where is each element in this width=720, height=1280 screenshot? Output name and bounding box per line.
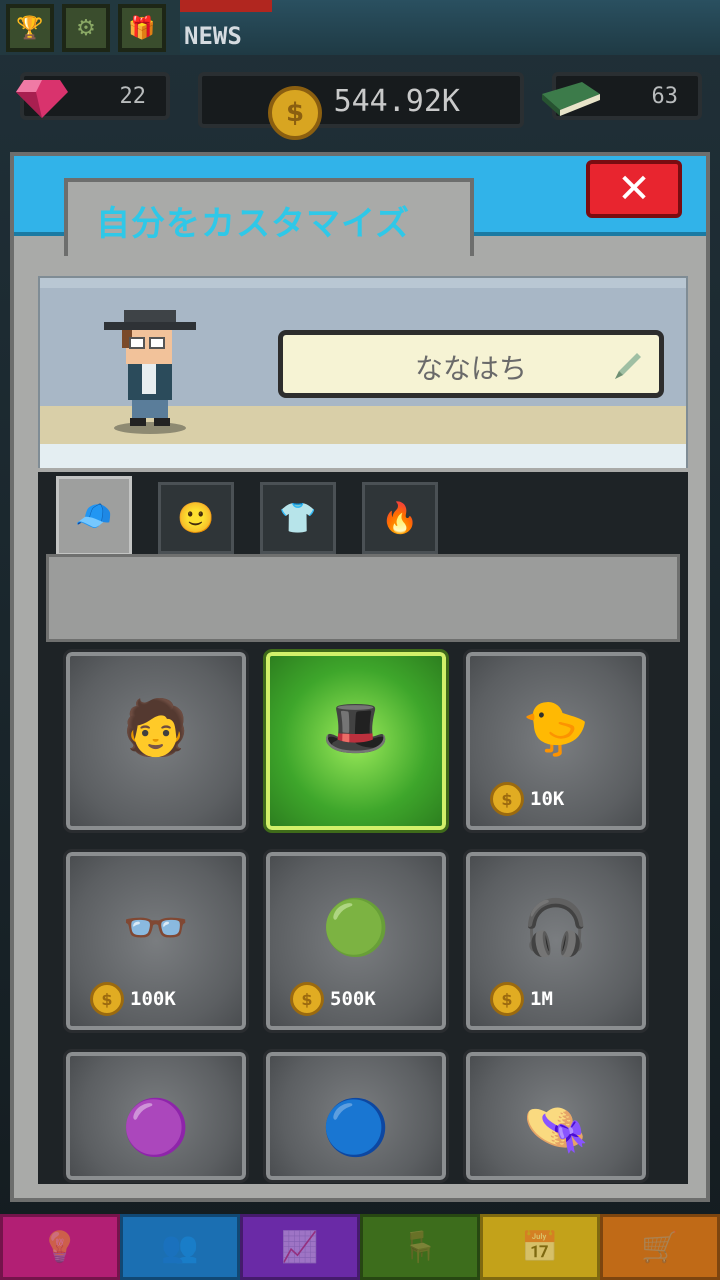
nav-events[interactable]: 📅 [480, 1214, 600, 1280]
title-tab: 自分をカスタマイズ [64, 178, 474, 256]
straw-hat-icon: 👒 [522, 1096, 590, 1159]
news-label: NEWS [184, 22, 242, 50]
game-screen: 🏆 ⚙ 🎁 NEWS 22 544.92K $ 63 自分をカスタマイズ ✕ な… [0, 0, 720, 1280]
fire-icon: 🔥 [381, 500, 419, 536]
tab-face[interactable]: 🙂 [158, 482, 234, 554]
gem-icon [16, 80, 68, 118]
top-bar: 🏆 ⚙ 🎁 NEWS [0, 0, 720, 55]
hair-icon: 🧑 [122, 696, 190, 759]
item-hair[interactable]: 🧑 [63, 649, 249, 833]
beret-icon: 🟢 [322, 896, 390, 959]
close-icon: ✕ [617, 166, 651, 212]
preview-strip [40, 444, 686, 468]
earbud-icon: 🎧 [522, 896, 590, 959]
trophy-icon[interactable]: 🏆 [6, 4, 54, 52]
price-value: 500K [330, 988, 376, 1010]
item-straw-hat[interactable]: 👒 [463, 1049, 649, 1183]
player-name-field[interactable]: ななはち [278, 330, 664, 398]
shirt-icon: 👕 [279, 500, 317, 536]
purple-cap-icon: 🟣 [122, 1096, 190, 1159]
blue-cap-icon: 🔵 [322, 1096, 390, 1159]
news-banner[interactable]: NEWS [180, 0, 720, 55]
avatar-preview: ななはち [38, 276, 688, 468]
price-tag: $ 1M [490, 982, 553, 1016]
bottom-nav: 💡 👥 📈 🪑 📅 🛒 [0, 1214, 720, 1280]
item-earbud[interactable]: 🎧 $ 1M [463, 849, 649, 1033]
fedora-icon: 🎩 [322, 696, 390, 759]
lightbulb-icon: 💡 [41, 1229, 79, 1265]
coin-icon: $ [490, 982, 524, 1016]
nav-stats[interactable]: 📈 [240, 1214, 360, 1280]
gift-icon[interactable]: 🎁 [118, 4, 166, 52]
hat-icon: 🧢 [75, 498, 113, 534]
glasses-icon: 👓 [122, 896, 190, 959]
tab-panel-strip [46, 554, 680, 642]
avatar-sprite [104, 310, 196, 434]
price-value: 10K [530, 788, 565, 810]
team-icon: 👥 [161, 1229, 199, 1265]
face-icon: 🙂 [177, 500, 215, 536]
coin-icon: $ [490, 782, 524, 816]
close-button[interactable]: ✕ [586, 160, 682, 218]
price-tag: $ 100K [90, 982, 176, 1016]
coin-icon: $ [90, 982, 124, 1016]
item-blue-cap[interactable]: 🔵 [263, 1049, 449, 1183]
calendar-icon: 📅 [521, 1229, 559, 1265]
price-tag: $ 500K [290, 982, 376, 1016]
category-tabs: 🧢 🙂 👕 🔥 [38, 472, 688, 556]
nav-team[interactable]: 👥 [120, 1214, 240, 1280]
nav-office[interactable]: 🪑 [360, 1214, 480, 1280]
item-duck-hat[interactable]: 🐤 $ 10K [463, 649, 649, 833]
coins-counter: 544.92K [198, 72, 524, 128]
price-value: 100K [130, 988, 176, 1010]
cart-icon: 🛒 [641, 1229, 679, 1265]
tab-effect[interactable]: 🔥 [362, 482, 438, 554]
price-value: 1M [530, 988, 553, 1010]
book-icon [542, 82, 600, 116]
pencil-icon[interactable] [611, 349, 645, 383]
nav-ideas[interactable]: 💡 [0, 1214, 120, 1280]
books-value: 63 [651, 84, 679, 109]
dialog-title: 自分をカスタマイズ [96, 204, 410, 244]
duck-hat-icon: 🐤 [522, 696, 590, 759]
customize-dialog: 自分をカスタマイズ ✕ ななはち 🧢 🙂 👕 🔥 🧑 🎩 🐤 $ 10K 👓 $… [10, 152, 710, 1202]
nav-shop[interactable]: 🛒 [600, 1214, 720, 1280]
gems-value: 22 [119, 84, 147, 109]
item-beret[interactable]: 🟢 $ 500K [263, 849, 449, 1033]
coin-icon: $ [290, 982, 324, 1016]
item-glasses[interactable]: 👓 $ 100K [63, 849, 249, 1033]
item-area: 🧢 🙂 👕 🔥 🧑 🎩 🐤 $ 10K 👓 $ 100K 🟢 $ 500K 🎧 … [38, 472, 688, 1184]
gear-icon[interactable]: ⚙ [62, 4, 110, 52]
item-fedora-selected[interactable]: 🎩 [263, 649, 449, 833]
chair-icon: 🪑 [401, 1229, 439, 1265]
tab-shirt[interactable]: 👕 [260, 482, 336, 554]
price-tag: $ 10K [490, 782, 564, 816]
item-purple-cap[interactable]: 🟣 [63, 1049, 249, 1183]
news-tag [180, 0, 272, 12]
tab-hat[interactable]: 🧢 [56, 476, 132, 556]
coin-icon: $ [268, 86, 322, 140]
coins-value: 544.92K [333, 84, 460, 119]
chart-icon: 📈 [281, 1229, 319, 1265]
player-name: ななはち [414, 352, 527, 385]
